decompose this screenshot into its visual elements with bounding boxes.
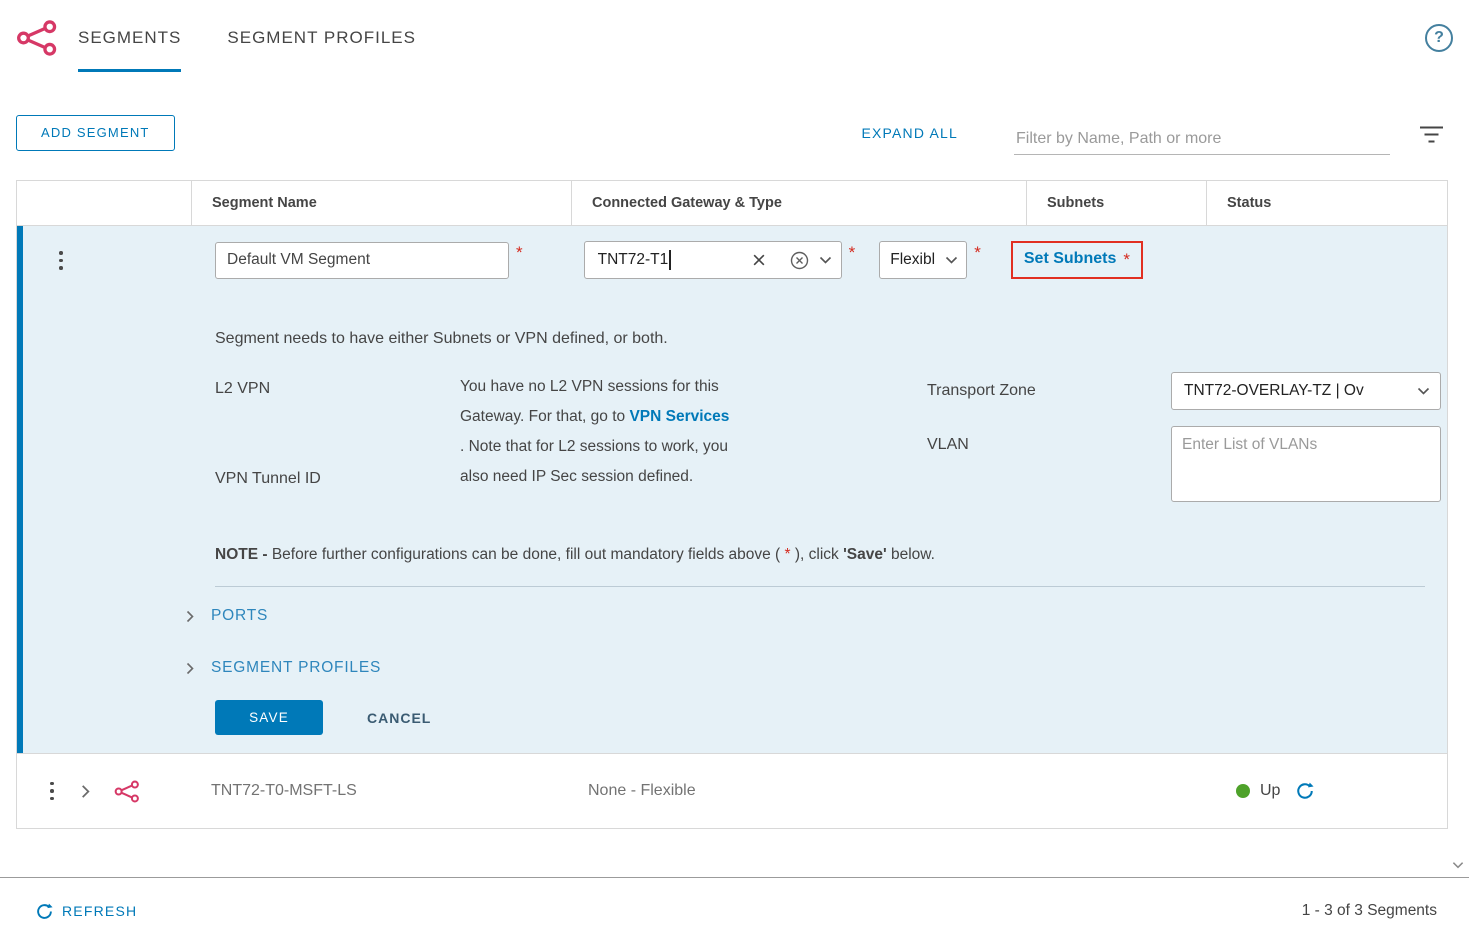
segment-name-input[interactable] [215,242,509,279]
column-subnets: Subnets [1026,181,1206,225]
clear-selection-icon[interactable] [790,251,809,270]
note-body-2: ), click [791,546,844,563]
segment-icon [114,780,140,803]
note-save-word: 'Save' [843,546,887,563]
form-left-column: L2 VPN VPN Tunnel ID You have no L2 VPN … [215,372,927,502]
save-button[interactable]: SAVE [215,700,323,735]
editor-fields-row: * TNT72-T1 [215,241,1447,279]
chevron-down-icon [1417,387,1430,395]
ports-section-label: PORTS [211,607,268,625]
expand-all-button[interactable]: EXPAND ALL [861,125,958,141]
gateway-type-value: Flexible [890,251,935,269]
top-bar: SEGMENTS SEGMENT PROFILES ? [0,0,1469,76]
row-status-cell: Up [1206,782,1447,800]
segments-table: Segment Name Connected Gateway & Type Su… [16,180,1448,829]
column-segment-name: Segment Name [191,181,571,225]
footer-bar: REFRESH 1 - 3 of 3 Segments [0,877,1469,944]
column-status: Status [1206,181,1447,225]
row-gateway-type: None - Flexible [571,782,1026,800]
required-asterisk: * [1123,250,1130,270]
vpn-services-link[interactable]: VPN Services [629,408,729,425]
clear-text-icon[interactable] [752,253,766,267]
set-subnets-button[interactable]: Set Subnets * [1011,241,1143,279]
scrollbar-down-arrow-icon[interactable] [1452,856,1464,874]
vpn-tunnel-id-label: VPN Tunnel ID [215,470,460,488]
text-cursor [669,250,671,270]
segment-editor-row: * TNT72-T1 [17,226,1447,753]
filter-field-wrap [1014,124,1390,155]
filter-icon[interactable] [1418,125,1445,149]
tab-segments-label: SEGMENTS [78,28,181,48]
l2vpn-label: L2 VPN [215,380,460,398]
transport-zone-row: Transport Zone TNT72-OVERLAY-TZ | Ov [927,372,1447,410]
form-right-column: Transport Zone TNT72-OVERLAY-TZ | Ov VLA… [927,372,1447,502]
l2vpn-text-2: . Note that for L2 sessions to work, you… [460,438,728,485]
kebab-menu-icon[interactable] [47,779,57,804]
form-left-labels: L2 VPN VPN Tunnel ID [215,372,460,502]
l2vpn-description: You have no L2 VPN sessions for this Gat… [460,372,738,502]
transport-zone-label: Transport Zone [927,382,1171,400]
pagination-range: 1 - 3 of 3 Segments [1302,902,1437,920]
note-prefix: NOTE - [215,546,272,563]
nsx-segments-page: SEGMENTS SEGMENT PROFILES ? ADD SEGMENT … [0,0,1469,944]
chevron-right-icon [186,610,194,623]
kebab-menu-icon[interactable] [56,248,66,273]
gateway-type-select[interactable]: Flexible [879,241,967,279]
status-up-dot [1236,784,1250,798]
editor-actions: SAVE CANCEL [215,700,1447,735]
cancel-button[interactable]: CANCEL [367,710,431,726]
set-subnets-label: Set Subnets [1024,250,1116,268]
column-select [17,181,191,225]
add-segment-button[interactable]: ADD SEGMENT [16,115,175,151]
help-glyph: ? [1434,29,1444,47]
help-icon[interactable]: ? [1425,24,1453,52]
tab-segment-profiles[interactable]: SEGMENT PROFILES [227,0,416,76]
tab-segments[interactable]: SEGMENTS [78,0,181,76]
segment-profiles-section-label: SEGMENT PROFILES [211,659,381,677]
status-text: Up [1260,782,1280,800]
refresh-button[interactable]: REFRESH [36,903,137,920]
nsx-segment-logo-icon [16,20,58,56]
chevron-right-icon [186,662,194,675]
column-connected-gateway: Connected Gateway & Type [571,181,1026,225]
note-body-3: below. [887,546,935,563]
required-asterisk: * [516,243,523,263]
row-controls [17,779,191,804]
ports-section-toggle[interactable]: PORTS [186,603,1447,629]
chevron-down-icon[interactable] [819,256,832,264]
expand-row-chevron-icon[interactable] [81,784,90,799]
transport-zone-value: TNT72-OVERLAY-TZ | Ov [1184,382,1407,400]
section-divider [215,586,1425,587]
editor-form: L2 VPN VPN Tunnel ID You have no L2 VPN … [215,372,1447,502]
transport-zone-select[interactable]: TNT72-OVERLAY-TZ | Ov [1171,372,1441,410]
note-body-1: Before further configurations can be don… [272,546,785,563]
chevron-down-icon [945,256,958,264]
vlan-input[interactable] [1171,426,1441,502]
tab-segment-profiles-label: SEGMENT PROFILES [227,28,416,48]
toolbar: ADD SEGMENT EXPAND ALL [0,110,1469,155]
refresh-label: REFRESH [62,903,137,919]
table-header-row: Segment Name Connected Gateway & Type Su… [17,181,1447,226]
required-asterisk: * [974,243,981,263]
refresh-icon [36,903,53,920]
vlan-label: VLAN [927,436,1171,454]
filter-input[interactable] [1014,124,1390,154]
mandatory-fields-note: NOTE - Before further configurations can… [215,546,1447,564]
table-row: TNT72-T0-MSFT-LS None - Flexible Up [17,753,1447,828]
vlan-row: VLAN [927,426,1447,502]
row-segment-name: TNT72-T0-MSFT-LS [191,782,571,800]
gateway-value: TNT72-T1 [598,251,669,269]
segment-profiles-section-toggle[interactable]: SEGMENT PROFILES [186,655,1447,681]
required-asterisk: * [849,243,856,263]
connected-gateway-combobox[interactable]: TNT72-T1 [584,241,842,279]
refresh-status-icon[interactable] [1296,782,1314,800]
segment-info-text: Segment needs to have either Subnets or … [215,330,1447,348]
